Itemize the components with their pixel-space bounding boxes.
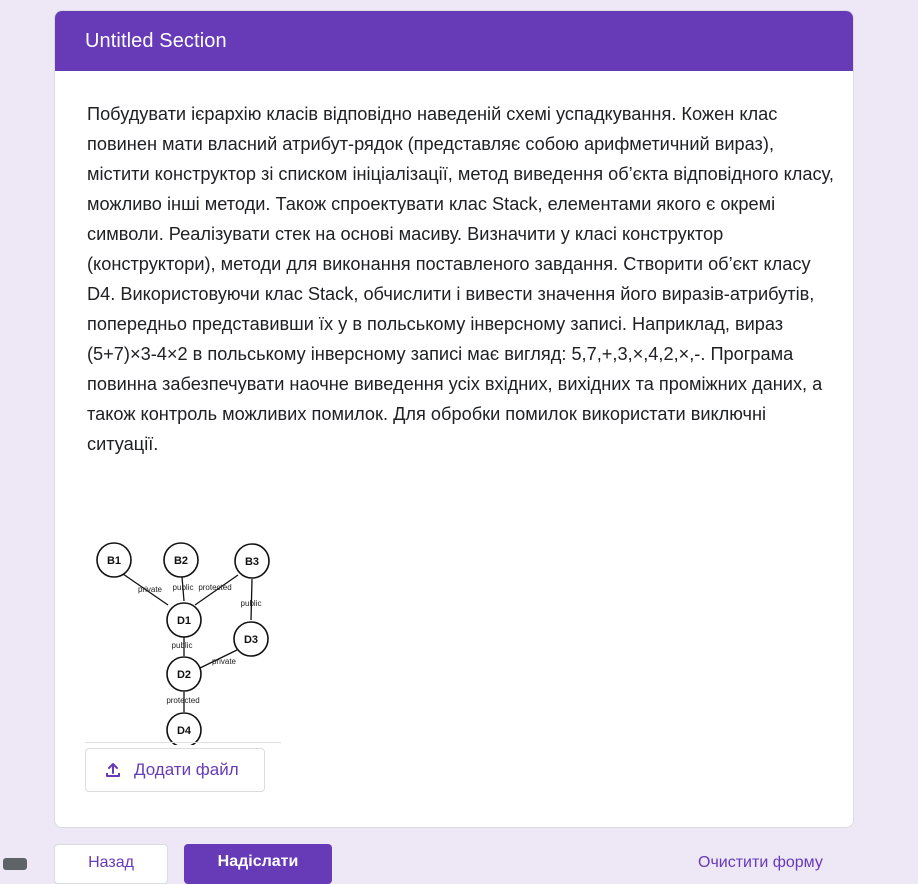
edge-label-d3-d2: private [212,657,237,666]
diagram-divider [85,742,281,743]
form-footer: Назад Надіслати Очистити форму [0,844,918,884]
section-card: Untitled Section Побудувати ієрархію кла… [54,10,854,828]
submit-button[interactable]: Надіслати [184,844,332,884]
node-label-b3: B3 [245,556,259,568]
clear-form-link[interactable]: Очистити форму [698,852,823,874]
edge-label-b2-d1: public [173,583,194,592]
section-description: Побудувати ієрархію класів відповідно на… [87,104,834,454]
node-label-d2: D2 [177,669,191,681]
node-label-d4: D4 [177,725,192,737]
node-label-b2: B2 [174,555,188,567]
back-button[interactable]: Назад [54,844,168,884]
edge-label-b3-d1: protected [198,583,231,592]
section-header: Untitled Section [55,11,853,71]
edge-label-d1-d2: public [172,641,193,650]
add-file-button[interactable]: Додати файл [85,748,265,792]
upload-icon [106,763,120,777]
keyboard-icon[interactable] [3,858,27,870]
add-file-label: Додати файл [134,760,239,779]
edge-label-b1-d1: private [138,585,163,594]
node-label-d3: D3 [244,634,258,646]
edge-label-d2-d4: protected [166,696,199,705]
inheritance-diagram: B1 B2 B3 D1 D3 D2 D4 private public prot… [96,542,270,745]
section-title: Untitled Section [85,29,227,52]
node-label-d1: D1 [177,615,191,627]
node-label-b1: B1 [107,555,121,567]
edge-label-b3-d3: public [241,599,262,608]
